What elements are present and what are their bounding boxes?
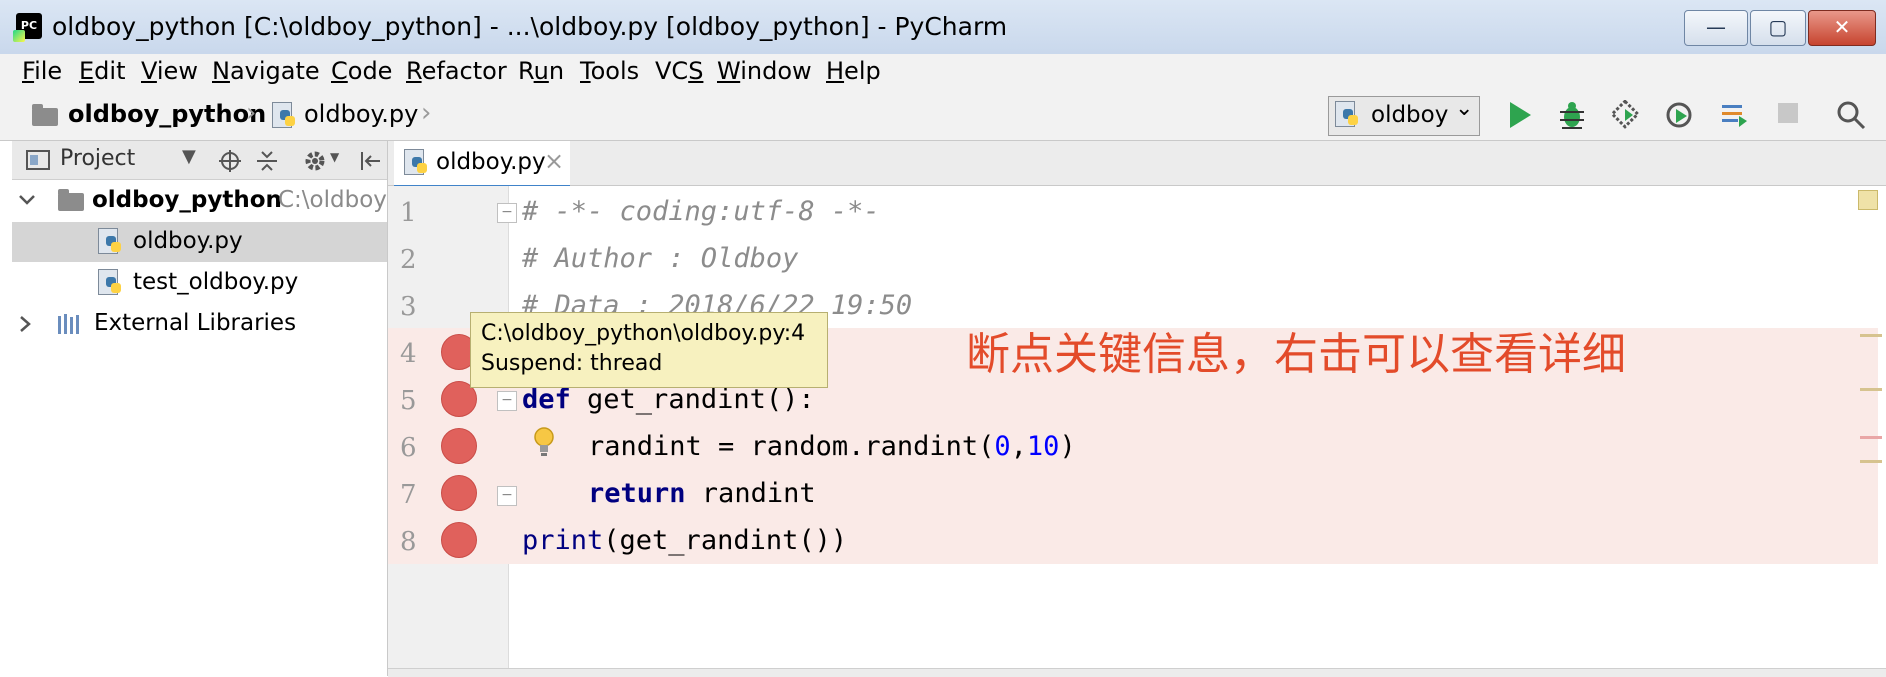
chevron-right-icon[interactable] <box>18 315 32 333</box>
close-button[interactable]: ✕ <box>1808 10 1876 46</box>
python-file-icon <box>1335 101 1359 129</box>
project-root-path: C:\oldboy <box>278 187 387 213</box>
breadcrumb-file[interactable]: oldboy.py <box>304 100 418 128</box>
concurrency-icon[interactable] <box>1719 100 1749 130</box>
chevron-right-icon: › <box>246 98 257 128</box>
folder-icon <box>32 104 58 126</box>
line-number: 4 <box>400 339 417 369</box>
tree-item-project-root[interactable]: oldboy_python C:\oldboy <box>12 181 387 221</box>
profile-icon[interactable] <box>1665 100 1695 130</box>
locate-icon[interactable] <box>218 149 242 173</box>
project-panel: Project ▼ ▼ oldboy_python C:\oldboy oldb… <box>0 141 388 676</box>
tab-label: oldboy.py <box>436 149 546 175</box>
code-line-5: def get_randint(): <box>522 384 815 415</box>
menu-edit[interactable]: Edit <box>79 57 125 85</box>
menu-view[interactable]: View <box>141 57 198 85</box>
maximize-button[interactable]: ▢ <box>1750 10 1806 46</box>
file-name: oldboy.py <box>133 228 243 254</box>
fold-marker-icon[interactable]: − <box>497 203 517 223</box>
stripe-mark[interactable] <box>1860 388 1882 391</box>
run-icon[interactable] <box>1505 100 1535 130</box>
project-panel-header: Project ▼ ▼ <box>12 141 387 180</box>
menu-file[interactable]: File <box>22 57 62 85</box>
menu-run[interactable]: Run <box>518 57 564 85</box>
breakpoint-icon[interactable] <box>441 475 477 511</box>
coverage-icon[interactable] <box>1610 99 1641 130</box>
stripe-mark[interactable] <box>1860 460 1882 463</box>
search-icon[interactable] <box>1836 100 1866 130</box>
line-number: 6 <box>400 433 417 463</box>
python-file-icon <box>404 149 428 177</box>
run-configuration-label: oldboy <box>1371 102 1449 128</box>
navigation-bar: oldboy_python › oldboy.py › oldboy ⌄ <box>0 90 1886 141</box>
file-name: test_oldboy.py <box>133 269 299 295</box>
tree-item-oldboy-py[interactable]: oldboy.py <box>12 222 387 262</box>
line-number: 2 <box>400 245 417 275</box>
project-root-name: oldboy_python <box>92 187 282 213</box>
code-line-8: print(get_randint()) <box>522 525 848 556</box>
menu-refactor[interactable]: Refactor <box>406 57 507 85</box>
external-libraries-label: External Libraries <box>94 310 297 336</box>
menu-code[interactable]: Code <box>331 57 392 85</box>
menu-navigate[interactable]: Navigate <box>212 57 320 85</box>
python-file-icon <box>98 228 122 256</box>
menu-bar: File Edit View Navigate Code Refactor Ru… <box>0 54 1886 91</box>
tree-item-external-libraries[interactable]: External Libraries <box>12 304 387 344</box>
line-number: 7 <box>400 480 417 510</box>
line-number: 1 <box>400 198 417 228</box>
menu-help[interactable]: Help <box>826 57 881 85</box>
line-number: 3 <box>400 292 417 322</box>
tooltip-suspend: Suspend: thread <box>481 351 663 376</box>
annotation-text: 断点关键信息，右击可以查看详细 <box>966 329 1626 380</box>
error-stripe[interactable] <box>1856 186 1886 676</box>
lightbulb-icon[interactable] <box>532 426 556 458</box>
fold-marker-icon[interactable]: − <box>497 391 517 411</box>
debug-icon[interactable] <box>1557 100 1587 130</box>
tooltip-location: C:\oldboy_python\oldboy.py:4 <box>481 321 806 346</box>
breakpoint-tooltip: C:\oldboy_python\oldboy.py:4 Suspend: th… <box>470 312 828 388</box>
hide-panel-icon[interactable] <box>358 149 382 173</box>
line-number: 8 <box>400 527 417 557</box>
python-file-icon <box>272 102 296 130</box>
menu-vcs[interactable]: VCS <box>655 57 703 85</box>
chevron-right-icon: › <box>421 98 432 128</box>
minimize-button[interactable]: — <box>1684 10 1748 46</box>
code-line-7: return randint <box>588 478 816 509</box>
run-configuration-select[interactable]: oldboy ⌄ <box>1328 96 1480 136</box>
code-line-1: # -*- coding:utf-8 -*- <box>522 196 880 227</box>
menu-tools[interactable]: Tools <box>580 57 639 85</box>
code-line-2: # Author : Oldboy <box>522 243 799 274</box>
breadcrumb-project[interactable]: oldboy_python <box>68 100 266 128</box>
pycharm-icon: PC <box>13 13 42 42</box>
editor-tab-bar: oldboy.py × <box>388 141 1886 188</box>
library-icon <box>58 314 79 334</box>
window-title: oldboy_python [C:\oldboy_python] - ...\o… <box>52 12 1008 41</box>
stripe-mark[interactable] <box>1860 436 1882 439</box>
code-line-6: randint = random.randint(0,10) <box>588 431 1076 462</box>
line-number: 5 <box>400 386 417 416</box>
python-file-icon <box>98 269 122 297</box>
title-bar: PC oldboy_python [C:\oldboy_python] - ..… <box>0 0 1886 55</box>
tab-oldboy-py[interactable]: oldboy.py × <box>394 141 570 188</box>
stop-icon[interactable] <box>1773 100 1803 130</box>
chevron-down-icon[interactable]: ▼ <box>182 146 196 167</box>
chevron-down-icon[interactable] <box>18 193 36 207</box>
close-tab-icon[interactable]: × <box>544 147 564 175</box>
project-icon <box>26 150 50 170</box>
fold-marker-icon[interactable]: − <box>497 486 517 506</box>
project-panel-title[interactable]: Project <box>60 146 135 171</box>
chevron-down-icon: ⌄ <box>1455 96 1474 121</box>
gear-icon[interactable] <box>302 148 328 174</box>
collapse-all-icon[interactable] <box>255 149 279 173</box>
chevron-down-icon[interactable]: ▼ <box>330 150 339 164</box>
inspection-status-icon[interactable] <box>1858 190 1878 210</box>
menu-window[interactable]: Window <box>717 57 812 85</box>
stripe-mark[interactable] <box>1860 334 1882 337</box>
breakpoint-icon[interactable] <box>441 522 477 558</box>
folder-icon <box>58 189 84 211</box>
tree-item-test-oldboy-py[interactable]: test_oldboy.py <box>12 263 387 303</box>
breakpoint-icon[interactable] <box>441 428 477 464</box>
